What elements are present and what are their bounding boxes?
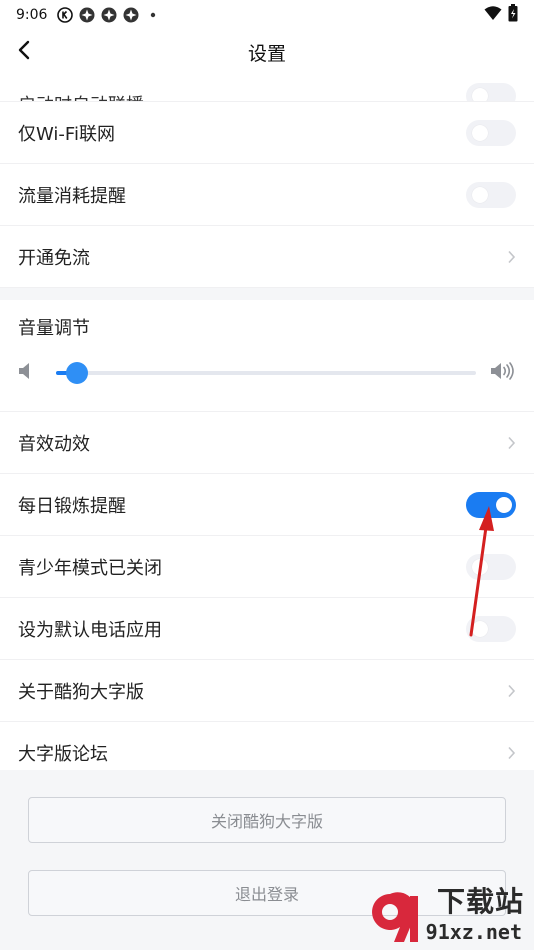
chevron-right-icon: [504, 436, 518, 450]
dot-icon: [145, 7, 161, 23]
toggle-switch[interactable]: [466, 119, 516, 146]
chevron-right-icon: [504, 250, 518, 264]
setting-label: 每日锻炼提醒: [18, 495, 126, 517]
page-title: 设置: [247, 42, 286, 65]
setting-label: 流量消耗提醒: [18, 185, 126, 207]
volume-setting: 音量调节: [0, 300, 534, 412]
watermark-logo-icon: [366, 890, 424, 950]
volume-slider-thumb[interactable]: [66, 362, 88, 384]
toggle-knob: [472, 558, 488, 575]
toggle-switch[interactable]: [466, 553, 516, 580]
speaker-low-icon: [18, 362, 34, 384]
settings-list: 启动时自动联播 仅Wi-Fi联网 流量消耗提醒 开通免流 音量调节: [0, 74, 534, 784]
watermark-subtitle: 91xz.net: [425, 920, 522, 944]
setting-label: 设为默认电话应用: [18, 619, 162, 641]
toggle-knob: [496, 496, 512, 513]
setting-row-wifi-only[interactable]: 仅Wi-Fi联网: [0, 102, 534, 164]
toggle-knob: [472, 620, 488, 637]
chevron-right-icon: [504, 746, 518, 760]
speaker-high-icon: [490, 361, 516, 385]
setting-row-teen-mode[interactable]: 青少年模式已关闭: [0, 536, 534, 598]
setting-row-sound-effects[interactable]: 音效动效: [0, 412, 534, 474]
setting-label: 青少年模式已关闭: [18, 557, 162, 579]
setting-label: 启动时自动联播: [18, 91, 144, 101]
toggle-switch[interactable]: [466, 83, 516, 101]
setting-label: 仅Wi-Fi联网: [18, 123, 115, 145]
watermark: 下载站 91xz.net: [358, 885, 528, 950]
close-app-button[interactable]: 关闭酷狗大字版: [28, 797, 506, 843]
setting-row-autoplay[interactable]: 启动时自动联播: [0, 74, 534, 102]
section-divider: [0, 288, 534, 300]
setting-label: 开通免流: [18, 247, 90, 269]
setting-row-default-phone-app[interactable]: 设为默认电话应用: [0, 598, 534, 660]
toggle-knob: [472, 124, 488, 141]
toggle-switch[interactable]: [466, 491, 516, 518]
setting-label: 音效动效: [18, 433, 90, 455]
toggle-switch[interactable]: [466, 181, 516, 208]
volume-label: 音量调节: [18, 318, 90, 339]
pinwheel-icon: [101, 7, 117, 23]
title-bar: 设置: [0, 30, 534, 74]
pinwheel-icon: [123, 7, 139, 23]
volume-slider[interactable]: [56, 362, 476, 384]
chevron-left-icon: [17, 40, 31, 64]
setting-label: 大字版论坛: [18, 743, 108, 765]
setting-row-free-data[interactable]: 开通免流: [0, 226, 534, 288]
status-time: 9:06: [16, 7, 48, 23]
setting-row-daily-exercise-reminder[interactable]: 每日锻炼提醒: [0, 474, 534, 536]
k-circle-icon: [57, 7, 74, 23]
setting-row-about[interactable]: 关于酷狗大字版: [0, 660, 534, 722]
setting-row-data-usage-alert[interactable]: 流量消耗提醒: [0, 164, 534, 226]
chevron-right-icon: [504, 684, 518, 698]
setting-label: 关于酷狗大字版: [18, 681, 144, 703]
toggle-knob: [472, 186, 488, 203]
watermark-title: 下载站: [436, 885, 524, 918]
volume-control: [18, 358, 516, 388]
toggle-knob: [472, 88, 488, 101]
status-right: [484, 4, 518, 26]
toggle-switch[interactable]: [466, 615, 516, 642]
back-button[interactable]: [8, 36, 40, 68]
pinwheel-icon: [79, 7, 95, 23]
battery-icon: [508, 4, 518, 26]
wifi-icon: [484, 5, 502, 25]
status-bar: 9:06: [0, 0, 534, 30]
